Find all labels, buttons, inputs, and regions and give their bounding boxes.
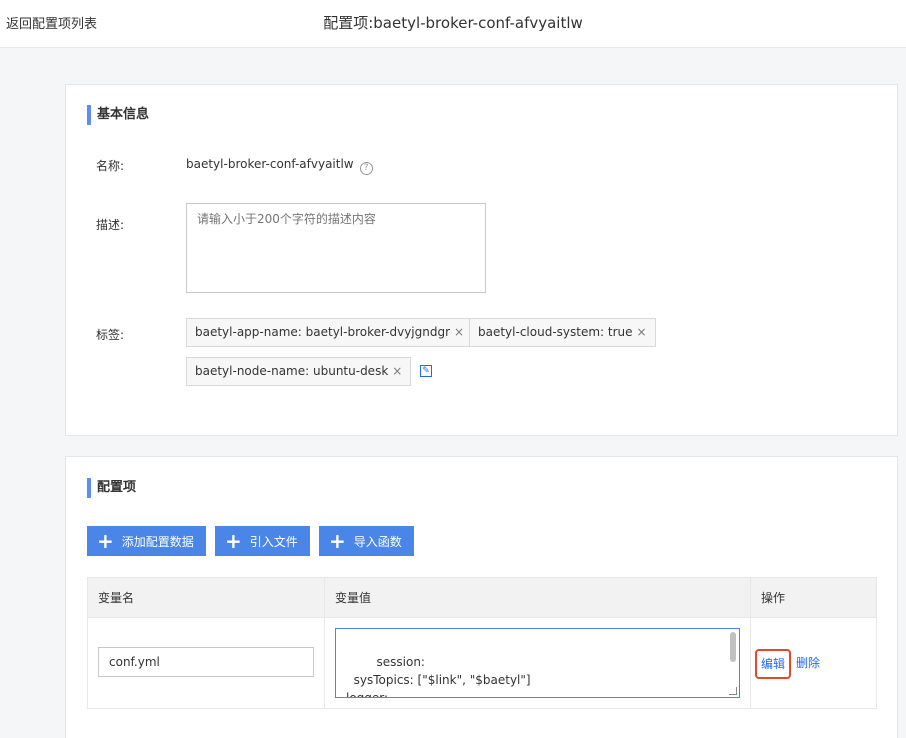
- config-table: 变量名 变量值 操作 conf.yml session: sysTopics: …: [87, 577, 877, 709]
- edit-icon[interactable]: ✎: [420, 365, 432, 377]
- config-items-section-title: 配置项: [87, 478, 136, 498]
- config-items-card: 配置项 + 添加配置数据 + 引入文件 + 导入函数 变量名 变量值 操作 conf.…: [65, 456, 898, 738]
- column-header-name: 变量名: [98, 591, 135, 605]
- close-icon[interactable]: ×: [454, 325, 464, 339]
- name-value: baetyl-broker-conf-afvyaitlw: [186, 157, 354, 171]
- description-label: 描述:: [96, 218, 125, 232]
- description-textarea[interactable]: [186, 203, 486, 293]
- column-header-actions: 操作: [761, 591, 786, 605]
- resize-handle[interactable]: [729, 687, 737, 695]
- basic-info-section-title: 基本信息: [87, 105, 149, 125]
- name-label: 名称:: [96, 159, 125, 173]
- variable-value-textarea[interactable]: session: sysTopics: ["$link", "$baetyl"]…: [335, 628, 740, 698]
- plus-icon: +: [225, 529, 242, 553]
- scrollbar-thumb[interactable]: [730, 632, 736, 662]
- import-function-label: 导入函数: [353, 535, 402, 549]
- table-header: 变量名 变量值 操作: [88, 578, 876, 618]
- close-icon[interactable]: ×: [637, 325, 647, 339]
- column-divider: [324, 578, 325, 708]
- tag-text: baetyl-cloud-system: true: [478, 325, 633, 339]
- tag-cloud-system: baetyl-cloud-system: true ×: [469, 318, 656, 347]
- import-function-button[interactable]: + 导入函数: [319, 526, 414, 556]
- add-config-data-button[interactable]: + 添加配置数据: [87, 526, 206, 556]
- plus-icon: +: [329, 529, 346, 553]
- delete-button[interactable]: 删除: [796, 654, 820, 671]
- page-title: 配置项:baetyl-broker-conf-afvyaitlw: [323, 14, 583, 32]
- variable-value-text: session: sysTopics: ["$link", "$baetyl"]…: [346, 655, 531, 698]
- column-divider: [750, 578, 751, 708]
- tags-label: 标签:: [96, 328, 125, 342]
- tag-app-name: baetyl-app-name: baetyl-broker-dvyjgndgr…: [186, 318, 474, 347]
- plus-icon: +: [97, 529, 114, 553]
- import-file-label: 引入文件: [249, 535, 298, 549]
- column-header-value: 变量值: [335, 591, 372, 605]
- basic-info-card: 基本信息 名称: baetyl-broker-conf-afvyaitlw? 描…: [65, 84, 898, 436]
- question-circle-icon[interactable]: ?: [359, 162, 373, 175]
- tag-node-name: baetyl-node-name: ubuntu-desk ×: [186, 357, 412, 386]
- tag-text: baetyl-node-name: ubuntu-desk: [195, 364, 389, 378]
- tag-text: baetyl-app-name: baetyl-broker-dvyjgndgr: [195, 325, 451, 339]
- edit-button[interactable]: 编辑: [755, 649, 791, 679]
- name-value-row: baetyl-broker-conf-afvyaitlw?: [186, 157, 373, 175]
- variable-name-input[interactable]: conf.yml: [98, 647, 314, 677]
- add-config-data-label: 添加配置数据: [121, 535, 194, 549]
- top-bar: 返回配置项列表 配置项:baetyl-broker-conf-afvyaitlw: [0, 0, 906, 48]
- import-file-button[interactable]: + 引入文件: [215, 526, 310, 556]
- close-icon[interactable]: ×: [392, 364, 402, 378]
